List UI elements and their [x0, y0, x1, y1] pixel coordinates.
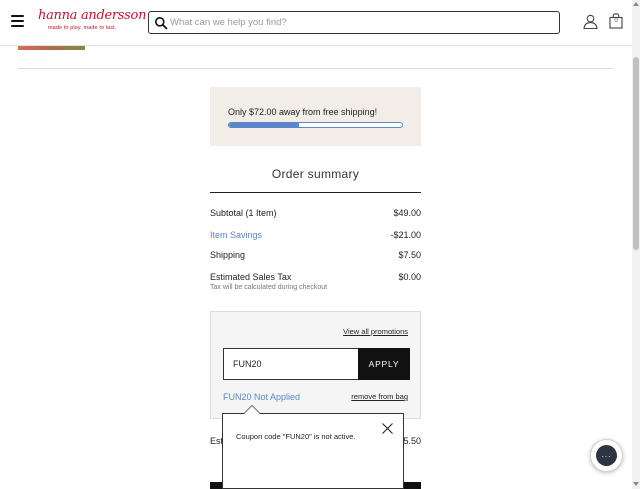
logo-script: hanna andersson	[38, 8, 147, 23]
chat-dots: ...	[601, 450, 612, 459]
progress-fill	[229, 123, 300, 127]
item-savings-value: -$21.00	[390, 230, 421, 240]
popover-arrow-fill	[244, 406, 260, 414]
summary-divider	[210, 192, 421, 193]
product-image[interactable]	[18, 46, 85, 50]
sales-tax-label: Estimated Sales Tax	[210, 272, 292, 282]
shopping-bag-icon[interactable]: 0	[609, 13, 623, 29]
scroll-up-arrow-icon[interactable]	[633, 2, 639, 6]
page-scrollbar[interactable]	[632, 0, 640, 489]
account-icon[interactable]	[583, 14, 598, 29]
bag-count: 0	[614, 18, 618, 24]
sales-tax-value: $0.00	[398, 272, 421, 282]
free-shipping-progress-bar	[228, 122, 403, 128]
subtotal-label: Subtotal (1 Item)	[210, 208, 277, 218]
shipping-value: $7.50	[398, 250, 421, 260]
order-summary-title: Order summary	[271, 167, 360, 181]
brand-logo[interactable]: hanna andersson made to play. made to la…	[38, 8, 146, 34]
shipping-row: Shipping $7.50	[210, 250, 421, 264]
shipping-label: Shipping	[210, 250, 246, 260]
subtotal-row: Subtotal (1 Item) $49.00	[210, 208, 421, 222]
search-input[interactable]	[170, 14, 550, 31]
free-shipping-banner: Only $72.00 away from free shipping!	[210, 87, 421, 146]
promo-code-input[interactable]	[223, 348, 359, 380]
estimated-total-value: 5.50	[403, 436, 421, 446]
free-shipping-message: Only $72.00 away from free shipping!	[228, 107, 378, 117]
tax-note: Tax will be calculated during checkout	[210, 284, 328, 291]
apply-promo-button[interactable]: APPLY	[358, 348, 410, 380]
coupon-error-popover: Coupon code "FUN20" is not active.	[222, 405, 404, 489]
close-icon[interactable]	[381, 422, 394, 435]
item-savings-label[interactable]: Item Savings	[210, 230, 262, 240]
search-bar[interactable]	[148, 11, 560, 34]
menu-icon-bar	[11, 20, 24, 22]
logo-tagline: made to play. made to last.	[48, 25, 117, 31]
promo-status-text: FUN20 Not Applied	[223, 392, 301, 402]
view-all-promotions-link[interactable]: View all promotions	[343, 327, 408, 336]
menu-icon-bar	[11, 25, 24, 27]
item-savings-row: Item Savings -$21.00	[210, 230, 421, 244]
menu-icon-bar	[11, 15, 24, 17]
remove-from-bag-link[interactable]: remove from bag	[351, 392, 408, 401]
coupon-error-message: Coupon code "FUN20" is not active.	[236, 432, 356, 441]
search-icon[interactable]	[154, 16, 168, 30]
promo-code-section: View all promotions APPLY FUN20 Not Appl…	[210, 311, 421, 419]
section-divider	[18, 68, 613, 69]
scroll-thumb[interactable]	[633, 57, 639, 250]
chat-bubble-icon: ...	[596, 445, 617, 466]
scroll-down-arrow-icon[interactable]	[633, 482, 639, 486]
site-header: hanna andersson made to play. made to la…	[0, 0, 632, 46]
chat-button[interactable]: ...	[590, 439, 623, 472]
subtotal-value: $49.00	[393, 208, 421, 218]
menu-icon[interactable]	[11, 15, 24, 27]
